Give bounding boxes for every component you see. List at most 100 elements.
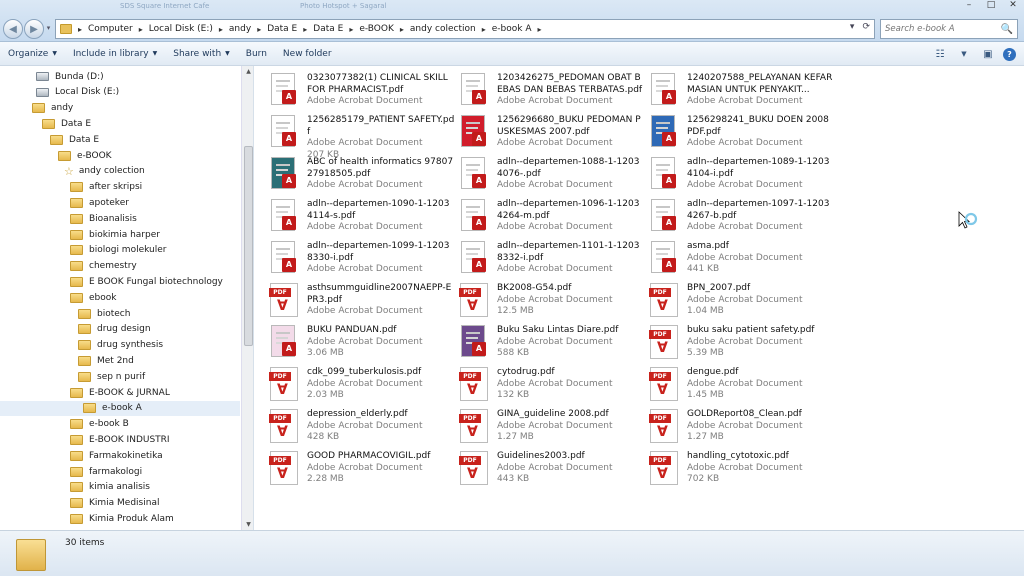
file-item[interactable]: PDF Ɐ buku saku patient safety.pdf Adobe Ac…: [648, 320, 833, 360]
file-item[interactable]: A 1240207588_PELAYANAN KEFARMASIAN UNTUK …: [648, 68, 833, 108]
tree-item[interactable]: biologi molekuler: [70, 243, 167, 258]
nav-scrollbar[interactable]: ▲ ▼: [241, 66, 253, 530]
tree-item[interactable]: farmakologi: [70, 464, 142, 479]
tree-item[interactable]: biotech: [78, 306, 130, 321]
address-bar[interactable]: ▸ Computer ▸ Local Disk (E:) ▸ andy ▸ Data E ▸ Da…: [55, 19, 875, 39]
refresh-icon[interactable]: ⟳: [862, 22, 870, 32]
tree-item[interactable]: andy: [32, 101, 73, 116]
breadcrumb-separator-icon[interactable]: ▸: [219, 25, 223, 34]
file-item[interactable]: PDF Ɐ depression_elderly.pdf Adobe Acrobat …: [268, 404, 453, 444]
file-item[interactable]: PDF Ɐ BPN_2007.pdf Adobe Acrobat Document 1.…: [648, 278, 833, 318]
file-item[interactable]: A 1203426275_PEDOMAN OBAT BEBAS DAN BEBAS…: [458, 68, 643, 108]
file-item[interactable]: PDF Ɐ handling_cytotoxic.pdf Adobe Acrobat …: [648, 446, 833, 486]
organize-button[interactable]: Organize ▼: [0, 49, 65, 59]
breadcrumb-separator-icon[interactable]: ▸: [78, 25, 82, 34]
tree-item[interactable]: after skripsi: [70, 180, 142, 195]
tree-item[interactable]: biokimia harper: [70, 227, 160, 242]
recent-pages-dropdown[interactable]: ▾: [44, 24, 53, 34]
file-item[interactable]: Aadln--departemen-1088-1-12034076-.pdf Ad…: [458, 152, 643, 192]
breadcrumb-item[interactable]: andy colection: [410, 24, 476, 34]
breadcrumb-separator-icon[interactable]: ▸: [303, 25, 307, 34]
breadcrumb-item[interactable]: Local Disk (E:): [149, 24, 213, 34]
address-dropdown-icon[interactable]: ▾: [850, 22, 855, 32]
file-item[interactable]: PDF Ɐ cytodrug.pdf Adobe Acrobat Document 13…: [458, 362, 643, 402]
search-box[interactable]: 🔍: [880, 19, 1018, 39]
tree-item[interactable]: E BOOK Fungal biotechnology: [70, 274, 223, 289]
file-item[interactable]: PDF Ɐ dengue.pdf Adobe Acrobat Document 1.45…: [648, 362, 833, 402]
tree-item[interactable]: Local Disk (E:): [36, 85, 119, 100]
tree-item[interactable]: drug design: [78, 322, 151, 337]
file-item[interactable]: PDF Ɐ Guidelines2003.pdf Adobe Acrobat Docu…: [458, 446, 643, 486]
tree-item[interactable]: Kimia Produk Alam: [70, 511, 174, 526]
tree-item[interactable]: E-BOOK INDUSTRI: [70, 432, 170, 447]
file-item[interactable]: A 1256298241_BUKU DOEN 2008 PDF.pdf Adobe …: [648, 110, 833, 150]
breadcrumb-separator-icon[interactable]: ▸: [400, 25, 404, 34]
new-folder-button[interactable]: New folder: [275, 49, 340, 59]
tree-item[interactable]: chemestry: [70, 259, 137, 274]
tree-item[interactable]: Data E: [42, 116, 91, 131]
file-item[interactable]: PDF Ɐ GOOD PHARMACOVIGIL.pdf Adobe Acrobat …: [268, 446, 453, 486]
tree-item[interactable]: Data E: [50, 132, 99, 147]
include-in-library-button[interactable]: Include in library ▼: [65, 49, 165, 59]
tree-item[interactable]: drug synthesis: [78, 338, 163, 353]
share-with-button[interactable]: Share with ▼: [165, 49, 238, 59]
scroll-up-icon[interactable]: ▲: [242, 68, 253, 75]
breadcrumb-item[interactable]: Computer: [88, 24, 133, 34]
breadcrumb-separator-icon[interactable]: ▸: [257, 25, 261, 34]
breadcrumb-item[interactable]: e-BOOK: [359, 24, 394, 34]
file-item[interactable]: A ABC of health informatics 9780727918505…: [268, 152, 453, 192]
file-item[interactable]: PDF Ɐ GOLDReport08_Clean.pdf Adobe Acrobat …: [648, 404, 833, 444]
search-input[interactable]: [885, 24, 997, 34]
file-item[interactable]: A BUKU PANDUAN.pdf Adobe Acrobat Document 3…: [268, 320, 453, 360]
file-item[interactable]: PDF Ɐ cdk_099_tuberkulosis.pdf Adobe Acroba…: [268, 362, 453, 402]
forward-button[interactable]: ▶: [24, 19, 44, 39]
breadcrumb-item[interactable]: andy: [229, 24, 251, 34]
breadcrumb-item[interactable]: Data E: [267, 24, 297, 34]
file-item[interactable]: Aadln--departemen-1090-1-12034114-s.pdf A…: [268, 194, 453, 234]
view-dropdown-icon[interactable]: ▼: [955, 46, 973, 62]
minimize-button[interactable]: –: [958, 0, 980, 14]
burn-button[interactable]: Burn: [238, 49, 275, 59]
breadcrumb-item[interactable]: e-book A: [492, 24, 532, 34]
breadcrumb-item[interactable]: Data E: [313, 24, 343, 34]
tree-item[interactable]: sep n purif: [78, 369, 145, 384]
tree-item[interactable]: Farmakokinetika: [70, 448, 163, 463]
breadcrumb-separator-icon[interactable]: ▸: [349, 25, 353, 34]
tree-item[interactable]: ebook: [70, 290, 116, 305]
tree-item[interactable]: e-book A: [0, 400, 240, 416]
tree-item[interactable]: Bioanalisis: [70, 211, 137, 226]
file-item[interactable]: PDF Ɐ asthsummguidline2007NAEPP-EPR3.pdf Ad…: [268, 278, 453, 318]
tree-item[interactable]: Bunda (D:): [36, 69, 104, 84]
file-item[interactable]: Aadln--departemen-1097-1-12034267-b.pdf A…: [648, 194, 833, 234]
tree-item[interactable]: ☆ andy colection: [64, 164, 145, 179]
file-item[interactable]: Aadln--departemen-1101-1-12038332-i.pdf A…: [458, 236, 643, 276]
tree-item[interactable]: Kimia Medisinal: [70, 496, 159, 511]
maximize-button[interactable]: □: [980, 0, 1002, 14]
view-options-icon[interactable]: ☷: [931, 46, 949, 62]
tree-item[interactable]: e-BOOK: [58, 148, 112, 163]
search-icon[interactable]: 🔍: [1001, 24, 1013, 35]
breadcrumb-separator-icon[interactable]: ▸: [139, 25, 143, 34]
file-item[interactable]: Aadln--departemen-1099-1-12038330-i.pdf A…: [268, 236, 453, 276]
back-button[interactable]: ◀: [3, 19, 23, 39]
file-item[interactable]: A Buku Saku Lintas Diare.pdf Adobe Acrobat…: [458, 320, 643, 360]
scrollbar-thumb[interactable]: [244, 146, 253, 346]
breadcrumb-separator-icon[interactable]: ▸: [482, 25, 486, 34]
file-item[interactable]: Aasma.pdf Adobe Acrobat Document 441 KB: [648, 236, 833, 276]
help-icon[interactable]: ?: [1003, 47, 1016, 61]
file-item[interactable]: Aadln--departemen-1096-1-12034264-m.pdf A…: [458, 194, 643, 234]
tree-item[interactable]: kimia analisis: [70, 480, 150, 495]
file-item[interactable]: PDF Ɐ BK2008-G54.pdf Adobe Acrobat Document…: [458, 278, 643, 318]
tree-item[interactable]: Met 2nd: [78, 353, 134, 368]
breadcrumb-separator-icon[interactable]: ▸: [537, 25, 541, 34]
file-item[interactable]: A 0323077382(1) CLINICAL SKILL FOR PHARMA…: [268, 68, 453, 108]
file-item[interactable]: PDF Ɐ GINA_guideline 2008.pdf Adobe Acrobat…: [458, 404, 643, 444]
close-button[interactable]: ✕: [1002, 0, 1024, 14]
file-item[interactable]: A 1256285179_PATIENT SAFETY.pdf Adobe Acro…: [268, 110, 454, 160]
file-item[interactable]: A 1256296680_BUKU PEDOMAN PUSKESMAS 2007.…: [458, 110, 643, 150]
tree-item[interactable]: e-book B: [70, 417, 129, 432]
preview-pane-icon[interactable]: ▣: [979, 46, 997, 62]
file-item[interactable]: Aadln--departemen-1089-1-12034104-i.pdf A…: [648, 152, 833, 192]
tree-item[interactable]: E-BOOK & JURNAL: [70, 385, 170, 400]
scroll-down-icon[interactable]: ▼: [242, 521, 253, 528]
